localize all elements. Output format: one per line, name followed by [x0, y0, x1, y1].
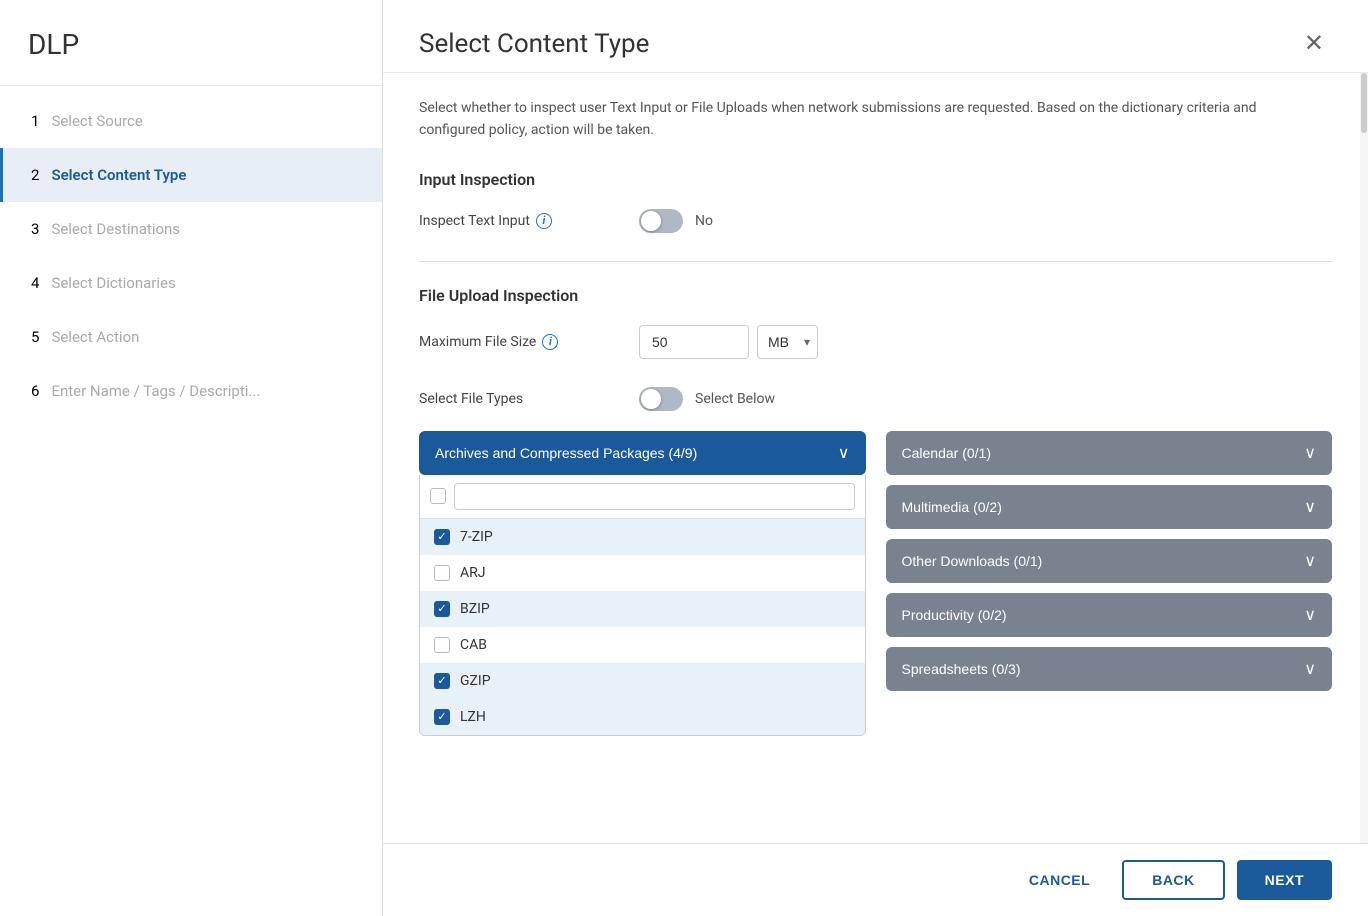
archives-dropdown-list: 7-ZIP ARJ BZIP — [420, 519, 865, 735]
max-file-size-info-icon: i — [542, 334, 558, 350]
list-item[interactable]: GZIP — [420, 663, 865, 699]
sidebar: DLP 1 Select Source 2 Select Content Typ… — [0, 0, 383, 916]
list-item[interactable]: LZH — [420, 699, 865, 735]
file-upload-inspection-title: File Upload Inspection — [419, 286, 1332, 305]
sidebar-item-enter-name[interactable]: 6 Enter Name / Tags / Descripti... — [0, 364, 382, 418]
archives-dropdown-chevron-icon: ∨ — [838, 443, 850, 463]
archives-dropdown-label: Archives and Compressed Packages (4/9) — [435, 445, 697, 461]
sidebar-item-select-dictionaries[interactable]: 4 Select Dictionaries — [0, 256, 382, 310]
file-types-section: Select File Types Select Below Archi — [419, 387, 1332, 736]
item-checkbox-7zip[interactable] — [434, 529, 450, 545]
file-size-unit-select[interactable]: MB GB KB — [757, 325, 818, 359]
item-label-cab: CAB — [460, 637, 487, 653]
file-size-input[interactable] — [639, 325, 749, 359]
select-file-types-toggle[interactable] — [639, 387, 683, 411]
spreadsheets-dropdown-label: Spreadsheets (0/3) — [902, 661, 1021, 677]
list-item[interactable]: ARJ — [420, 555, 865, 591]
other-downloads-dropdown[interactable]: Other Downloads (0/1) ∨ — [886, 539, 1333, 583]
select-all-checkbox[interactable] — [430, 488, 446, 504]
right-dropdowns: Calendar (0/1) ∨ Multimedia (0/2) ∨ Othe… — [886, 431, 1333, 691]
list-item[interactable]: 7-ZIP — [420, 519, 865, 555]
select-file-types-value: Select Below — [695, 391, 775, 407]
item-checkbox-bzip[interactable] — [434, 601, 450, 617]
item-checkbox-cab[interactable] — [434, 637, 450, 653]
item-checkbox-gzip[interactable] — [434, 673, 450, 689]
item-label-bzip: BZIP — [460, 601, 490, 617]
sidebar-item-select-action[interactable]: 5 Select Action — [0, 310, 382, 364]
sidebar-item-select-source[interactable]: 1 Select Source — [0, 94, 382, 148]
sidebar-item-select-destinations[interactable]: 3 Select Destinations — [0, 202, 382, 256]
toggle-knob — [641, 211, 661, 231]
select-file-types-label: Select File Types — [419, 391, 523, 407]
item-label-arj: ARJ — [460, 565, 485, 581]
close-button[interactable]: ✕ — [1296, 28, 1332, 60]
main-header: Select Content Type ✕ — [383, 0, 1368, 73]
item-label-gzip: GZIP — [460, 673, 491, 689]
archives-search-input[interactable] — [454, 483, 855, 510]
inspect-text-input-label: Inspect Text Input — [419, 213, 530, 229]
list-item[interactable]: BZIP — [420, 591, 865, 627]
item-label-7zip: 7-ZIP — [460, 529, 493, 545]
item-checkbox-lzh[interactable] — [434, 709, 450, 725]
page-description: Select whether to inspect user Text Inpu… — [419, 97, 1279, 142]
toggle-knob-2 — [641, 389, 661, 409]
back-button[interactable]: BACK — [1122, 860, 1224, 900]
item-checkbox-arj[interactable] — [434, 565, 450, 581]
inspect-text-input-value: No — [695, 213, 713, 229]
inspect-text-input-toggle[interactable] — [639, 209, 683, 233]
file-size-unit-wrapper: MB GB KB — [757, 325, 818, 359]
sidebar-title: DLP — [0, 0, 382, 86]
max-file-size-label: Maximum File Size — [419, 334, 536, 350]
cancel-button[interactable]: CANCEL — [1009, 860, 1110, 900]
other-downloads-dropdown-label: Other Downloads (0/1) — [902, 553, 1043, 569]
spreadsheets-dropdown[interactable]: Spreadsheets (0/3) ∨ — [886, 647, 1333, 691]
spreadsheets-chevron-icon: ∨ — [1304, 659, 1316, 679]
inspect-text-input-info-icon: i — [536, 213, 552, 229]
archives-dropdown-trigger[interactable]: Archives and Compressed Packages (4/9) ∨ — [419, 431, 866, 475]
multimedia-chevron-icon: ∨ — [1304, 497, 1316, 517]
sidebar-steps: 1 Select Source 2 Select Content Type 3 … — [0, 86, 382, 426]
scrollbar-thumb — [1361, 73, 1367, 133]
productivity-chevron-icon: ∨ — [1304, 605, 1316, 625]
multimedia-dropdown[interactable]: Multimedia (0/2) ∨ — [886, 485, 1333, 529]
other-downloads-chevron-icon: ∨ — [1304, 551, 1316, 571]
file-type-dropdowns: Archives and Compressed Packages (4/9) ∨ — [419, 431, 1332, 736]
input-inspection-section: Input Inspection Inspect Text Input i No — [419, 170, 1332, 233]
productivity-dropdown-label: Productivity (0/2) — [902, 607, 1007, 623]
page-title: Select Content Type — [419, 29, 649, 59]
max-file-size-row: Maximum File Size i MB GB KB — [419, 325, 1332, 359]
section-divider-1 — [419, 261, 1332, 262]
main-body: Select whether to inspect user Text Inpu… — [383, 73, 1368, 843]
calendar-chevron-icon: ∨ — [1304, 443, 1316, 463]
list-item[interactable]: CAB — [420, 627, 865, 663]
archives-dropdown-container: Archives and Compressed Packages (4/9) ∨ — [419, 431, 866, 736]
productivity-dropdown[interactable]: Productivity (0/2) ∨ — [886, 593, 1333, 637]
main-panel: Select Content Type ✕ Select whether to … — [383, 0, 1368, 916]
item-label-lzh: LZH — [460, 709, 486, 725]
inspect-text-input-row: Inspect Text Input i No — [419, 209, 1332, 233]
archives-dropdown-panel: 7-ZIP ARJ BZIP — [419, 475, 866, 736]
input-inspection-title: Input Inspection — [419, 170, 1332, 189]
scrollbar — [1360, 73, 1368, 843]
main-footer: CANCEL BACK NEXT — [383, 843, 1368, 916]
next-button[interactable]: NEXT — [1237, 860, 1332, 900]
file-upload-inspection-section: File Upload Inspection Maximum File Size… — [419, 286, 1332, 736]
multimedia-dropdown-label: Multimedia (0/2) — [902, 499, 1002, 515]
calendar-dropdown[interactable]: Calendar (0/1) ∨ — [886, 431, 1333, 475]
sidebar-item-select-content-type[interactable]: 2 Select Content Type — [0, 148, 382, 202]
calendar-dropdown-label: Calendar (0/1) — [902, 445, 992, 461]
